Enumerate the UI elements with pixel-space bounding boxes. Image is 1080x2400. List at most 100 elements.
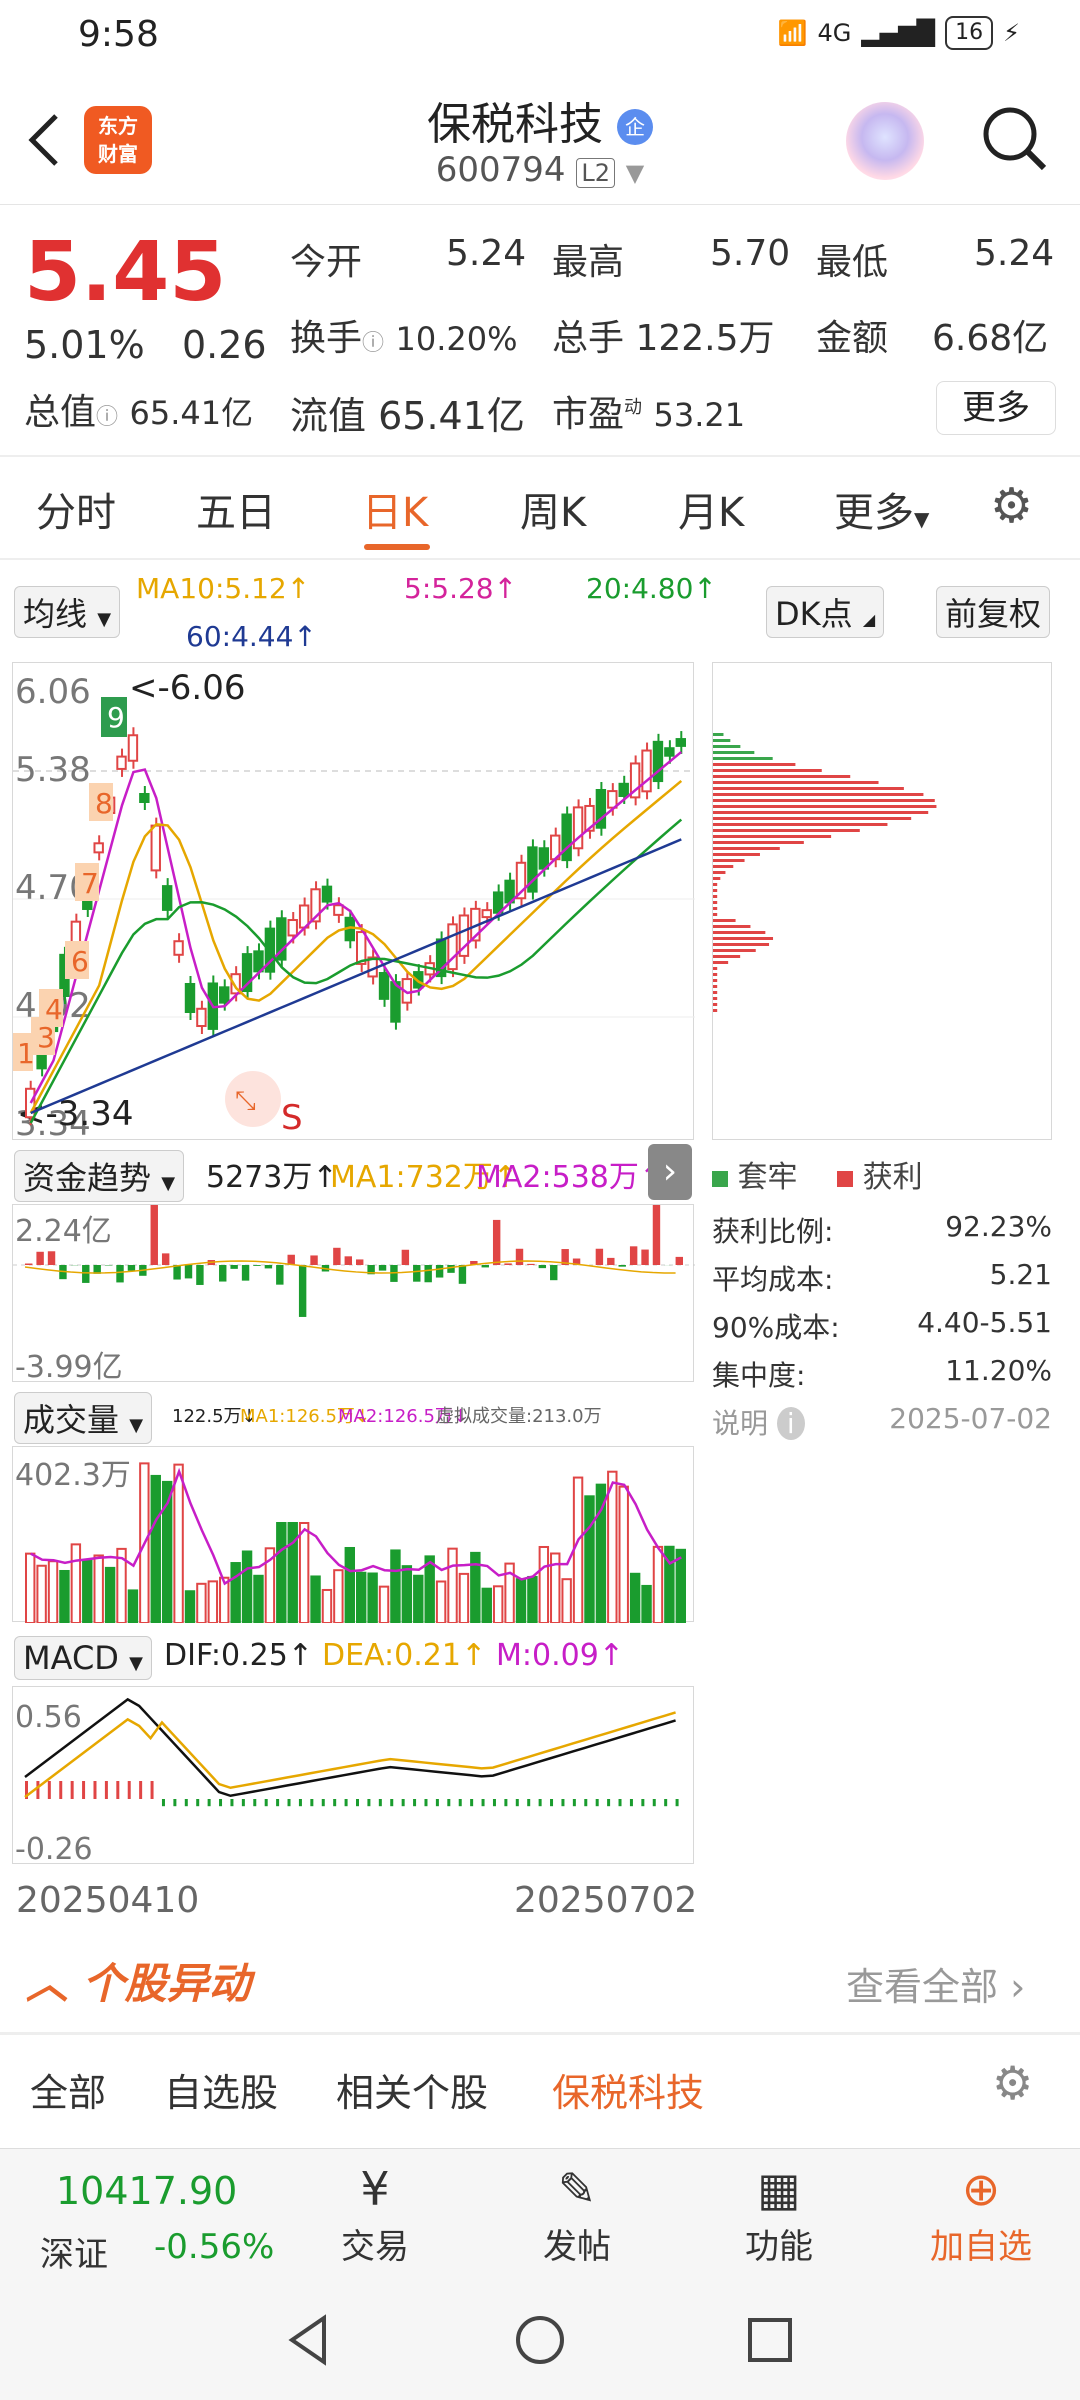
dk-point-select[interactable]: DK点 ◢ — [766, 586, 885, 638]
tab-monthly-k[interactable]: 月K — [678, 480, 744, 538]
nav-trade[interactable]: ¥ 交易 — [310, 2159, 440, 2268]
chip-bar — [713, 751, 755, 754]
signal-3-label: 3 — [37, 1021, 55, 1054]
volume-bar — [184, 1590, 196, 1624]
chip-bar — [713, 823, 888, 826]
candle-body — [481, 909, 492, 919]
volume-bar — [241, 1550, 253, 1624]
divider — [0, 558, 1080, 560]
search-icon[interactable] — [978, 102, 1050, 174]
macd-bar — [607, 1799, 611, 1807]
max-price-mark: <-6.06 — [129, 668, 245, 708]
chip-bar — [713, 955, 741, 958]
fund-top-label: 2.24亿 — [15, 1214, 112, 1249]
tab-more[interactable]: 更多▼ — [834, 480, 929, 538]
volume-label: 总手 — [552, 318, 625, 359]
chip-bar — [713, 775, 851, 778]
tab-five-day[interactable]: 五日 — [196, 480, 276, 538]
ma20-value: 20:4.80↑ — [586, 572, 717, 605]
chip-bar — [713, 811, 929, 814]
fund-bar — [116, 1265, 124, 1283]
filter-related[interactable]: 相关个股 — [336, 2062, 488, 2117]
filter-watchlist[interactable]: 自选股 — [164, 2062, 278, 2117]
macd-bar — [310, 1799, 314, 1807]
volume-bar — [333, 1569, 344, 1625]
chip-legend: 套牢 获利 — [712, 1152, 923, 1196]
fund-bar — [618, 1265, 626, 1267]
volume-bar — [424, 1555, 435, 1624]
candle-body — [253, 950, 264, 973]
recents-square-icon[interactable] — [740, 2310, 800, 2370]
macd-bar — [196, 1799, 200, 1807]
chip-bar — [713, 859, 745, 862]
volume-bar — [253, 1574, 264, 1624]
chip-stat-row: 90%成本: 4.40-5.51 — [712, 1306, 1052, 1354]
mcap-value: 65.41亿 — [129, 394, 254, 432]
more-quote-button[interactable]: 更多 — [936, 381, 1056, 435]
fund-bar — [458, 1265, 467, 1284]
macd-bar — [264, 1799, 268, 1807]
home-circle-icon[interactable] — [510, 2310, 570, 2370]
turnover-value: 10.20% — [395, 320, 518, 358]
note-label: 说明 — [712, 1407, 769, 1440]
nav-add-watch[interactable]: ⊕ 加自选 — [916, 2159, 1046, 2268]
gear-icon[interactable]: ⚙ — [992, 2056, 1033, 2110]
tab-weekly-k[interactable]: 周K — [520, 480, 586, 538]
info-icon[interactable]: ⓘ — [362, 331, 384, 356]
tab-intraday[interactable]: 分时 — [36, 480, 116, 538]
chip-distribution-panel — [712, 662, 1052, 1140]
macd-bar — [538, 1799, 542, 1807]
stat-label: 平均成本: — [712, 1263, 834, 1296]
fund-bar — [515, 1248, 524, 1265]
nav-function[interactable]: ▦ 功能 — [714, 2159, 844, 2268]
fund-bar — [47, 1251, 56, 1265]
system-navigation — [0, 2280, 1080, 2400]
fund-bar — [173, 1265, 181, 1280]
macd-bar — [572, 1799, 576, 1807]
fund-bar — [629, 1246, 638, 1265]
volume-select[interactable]: 成交量 ▼ — [14, 1392, 153, 1444]
volume-bar — [82, 1559, 93, 1625]
ma-select[interactable]: 均线 ▼ — [14, 586, 121, 638]
chip-bar — [713, 937, 774, 940]
info-icon[interactable]: ⓘ — [96, 405, 118, 430]
fund-bar — [276, 1265, 284, 1285]
volume-bar — [321, 1588, 333, 1625]
filter-this-stock[interactable]: 保税科技 — [552, 2062, 704, 2117]
view-all-link[interactable]: 查看全部 › — [846, 1956, 1025, 2011]
macd-m: M:0.09↑ — [496, 1638, 624, 1673]
chip-note[interactable]: 说明 i — [712, 1402, 805, 1450]
movement-title[interactable]: ︿ 个股异动 — [26, 1950, 251, 2011]
filter-all[interactable]: 全部 — [30, 2062, 106, 2117]
gear-icon[interactable]: ⚙ — [990, 478, 1033, 534]
macd-top-label: 0.56 — [15, 1700, 82, 1735]
open-label: 今开 — [290, 242, 363, 283]
volume-bar — [629, 1572, 641, 1624]
fund-bar — [230, 1265, 238, 1269]
macd-select[interactable]: MACD ▼ — [14, 1636, 152, 1680]
sell-signal: S — [281, 1098, 303, 1138]
open-value: 5.24 — [446, 233, 527, 274]
chip-bar — [713, 1009, 718, 1012]
divider — [0, 455, 1080, 457]
chevron-right-icon[interactable]: › — [648, 1144, 692, 1200]
nav-post-label: 发帖 — [543, 2227, 611, 2267]
chip-bar — [713, 787, 904, 790]
macd-bar — [401, 1799, 405, 1807]
macd-bar — [150, 1781, 154, 1799]
macd-bar — [184, 1799, 188, 1807]
candle-body — [287, 919, 298, 937]
index-value[interactable]: 10417.90 — [56, 2169, 237, 2213]
back-triangle-icon[interactable] — [280, 2310, 340, 2370]
tab-daily-k[interactable]: 日K — [362, 480, 428, 538]
kline-panel[interactable]: 6.06 5.38 4.70 4.02 3.34 <-6.06 <-3.34 9… — [12, 662, 695, 1144]
adjust-select[interactable]: 前复权 — [936, 586, 1051, 638]
fund-trend-select[interactable]: 资金趋势 ▼ — [14, 1150, 185, 1202]
fund-ma2: MA2:538万↑ — [476, 1160, 664, 1195]
fund-bar — [424, 1265, 432, 1283]
nav-post[interactable]: ✎ 发帖 — [512, 2159, 642, 2268]
chip-bar — [713, 841, 804, 844]
assistant-avatar[interactable] — [846, 102, 924, 180]
macd-bar — [253, 1799, 257, 1807]
macd-bar — [515, 1799, 519, 1807]
